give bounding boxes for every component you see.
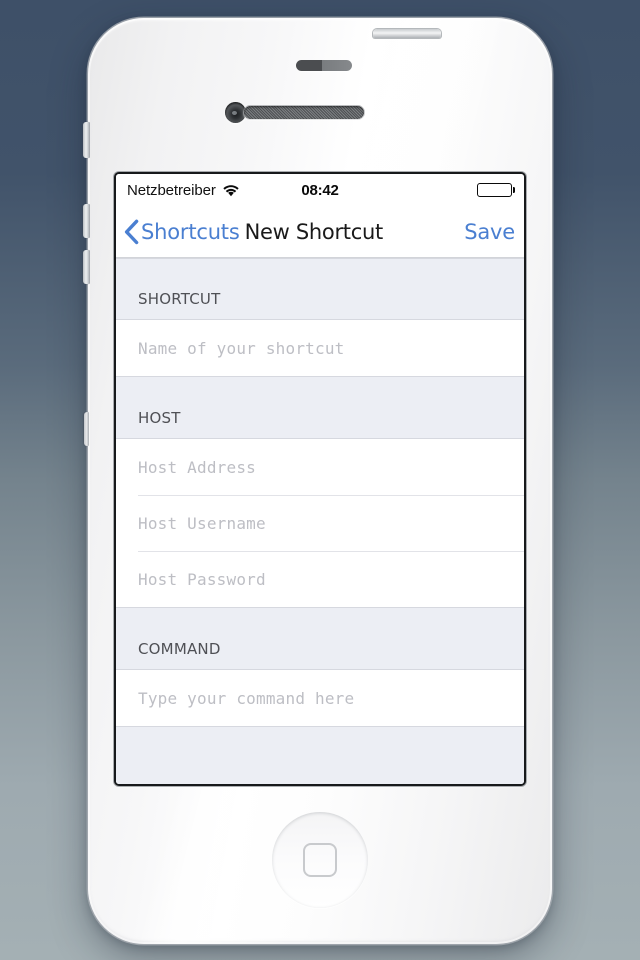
screenshot-scene: Netzbetreiber 08:42 Shortcuts New Shortc…: [0, 0, 640, 960]
status-bar: Netzbetreiber 08:42: [116, 174, 524, 206]
power-button[interactable]: [373, 29, 441, 38]
section-header-host: HOST: [116, 377, 524, 439]
host-username-placeholder: Host Username: [138, 514, 266, 533]
wifi-icon: [223, 184, 239, 197]
phone-device: Netzbetreiber 08:42 Shortcuts New Shortc…: [83, 18, 552, 944]
field-group-host: Host Address Host Username Host Password: [116, 439, 524, 608]
page-title: New Shortcut: [244, 219, 384, 244]
shortcut-name-placeholder: Name of your shortcut: [138, 338, 345, 358]
front-camera-icon: [225, 102, 246, 123]
silent-switch[interactable]: [83, 122, 90, 158]
chevron-left-icon: [123, 219, 140, 245]
back-button[interactable]: Shortcuts: [123, 219, 240, 245]
navigation-bar: Shortcuts New Shortcut Save: [116, 206, 524, 258]
host-username-input[interactable]: Host Username: [138, 495, 524, 551]
save-button[interactable]: Save: [464, 220, 515, 244]
field-group-command: Type your command here: [116, 670, 524, 727]
command-placeholder: Type your command here: [138, 688, 355, 708]
host-address-input[interactable]: Host Address: [116, 439, 524, 495]
volume-up-button[interactable]: [83, 204, 90, 238]
section-header-shortcut: SHORTCUT: [116, 258, 524, 320]
sim-tray: [84, 412, 89, 446]
earpiece-speaker: [244, 106, 364, 119]
volume-down-button[interactable]: [83, 250, 90, 284]
section-header-label: COMMAND: [138, 640, 221, 658]
host-address-placeholder: Host Address: [138, 457, 256, 477]
section-header-label: SHORTCUT: [138, 290, 221, 308]
phone-screen: Netzbetreiber 08:42 Shortcuts New Shortc…: [116, 174, 524, 784]
battery-body: [476, 183, 512, 197]
settings-table-view[interactable]: SHORTCUT Name of your shortcut HOST Host…: [116, 258, 524, 784]
host-password-placeholder: Host Password: [138, 570, 266, 589]
carrier-label: Netzbetreiber: [127, 181, 216, 199]
battery-cap: [512, 187, 515, 193]
back-button-label: Shortcuts: [141, 219, 240, 244]
section-header-command: COMMAND: [116, 608, 524, 670]
section-header-label: HOST: [138, 409, 181, 427]
screen-bezel: Netzbetreiber 08:42 Shortcuts New Shortc…: [114, 172, 526, 786]
shortcut-name-input[interactable]: Name of your shortcut: [116, 320, 524, 376]
home-square-icon: [303, 843, 337, 877]
field-group-shortcut: Name of your shortcut: [116, 320, 524, 377]
home-button[interactable]: [272, 812, 368, 908]
table-footer-spacer: [116, 727, 524, 784]
battery-icon: [476, 183, 515, 197]
host-password-input[interactable]: Host Password: [138, 551, 524, 607]
command-input[interactable]: Type your command here: [116, 670, 524, 726]
proximity-sensor: [296, 60, 352, 71]
